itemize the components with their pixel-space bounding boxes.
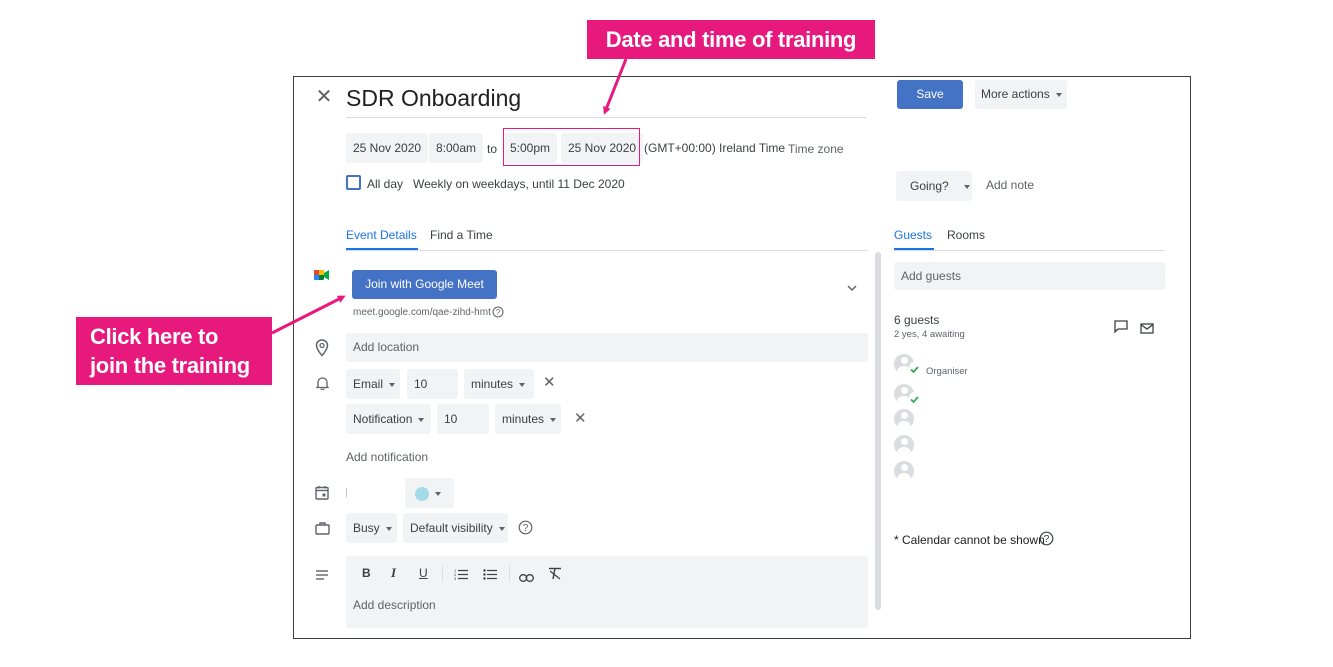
annotation-arrows: [271, 58, 628, 335]
arrow-to-join-meet: [271, 295, 346, 335]
arrow-to-date-time: [603, 58, 628, 115]
